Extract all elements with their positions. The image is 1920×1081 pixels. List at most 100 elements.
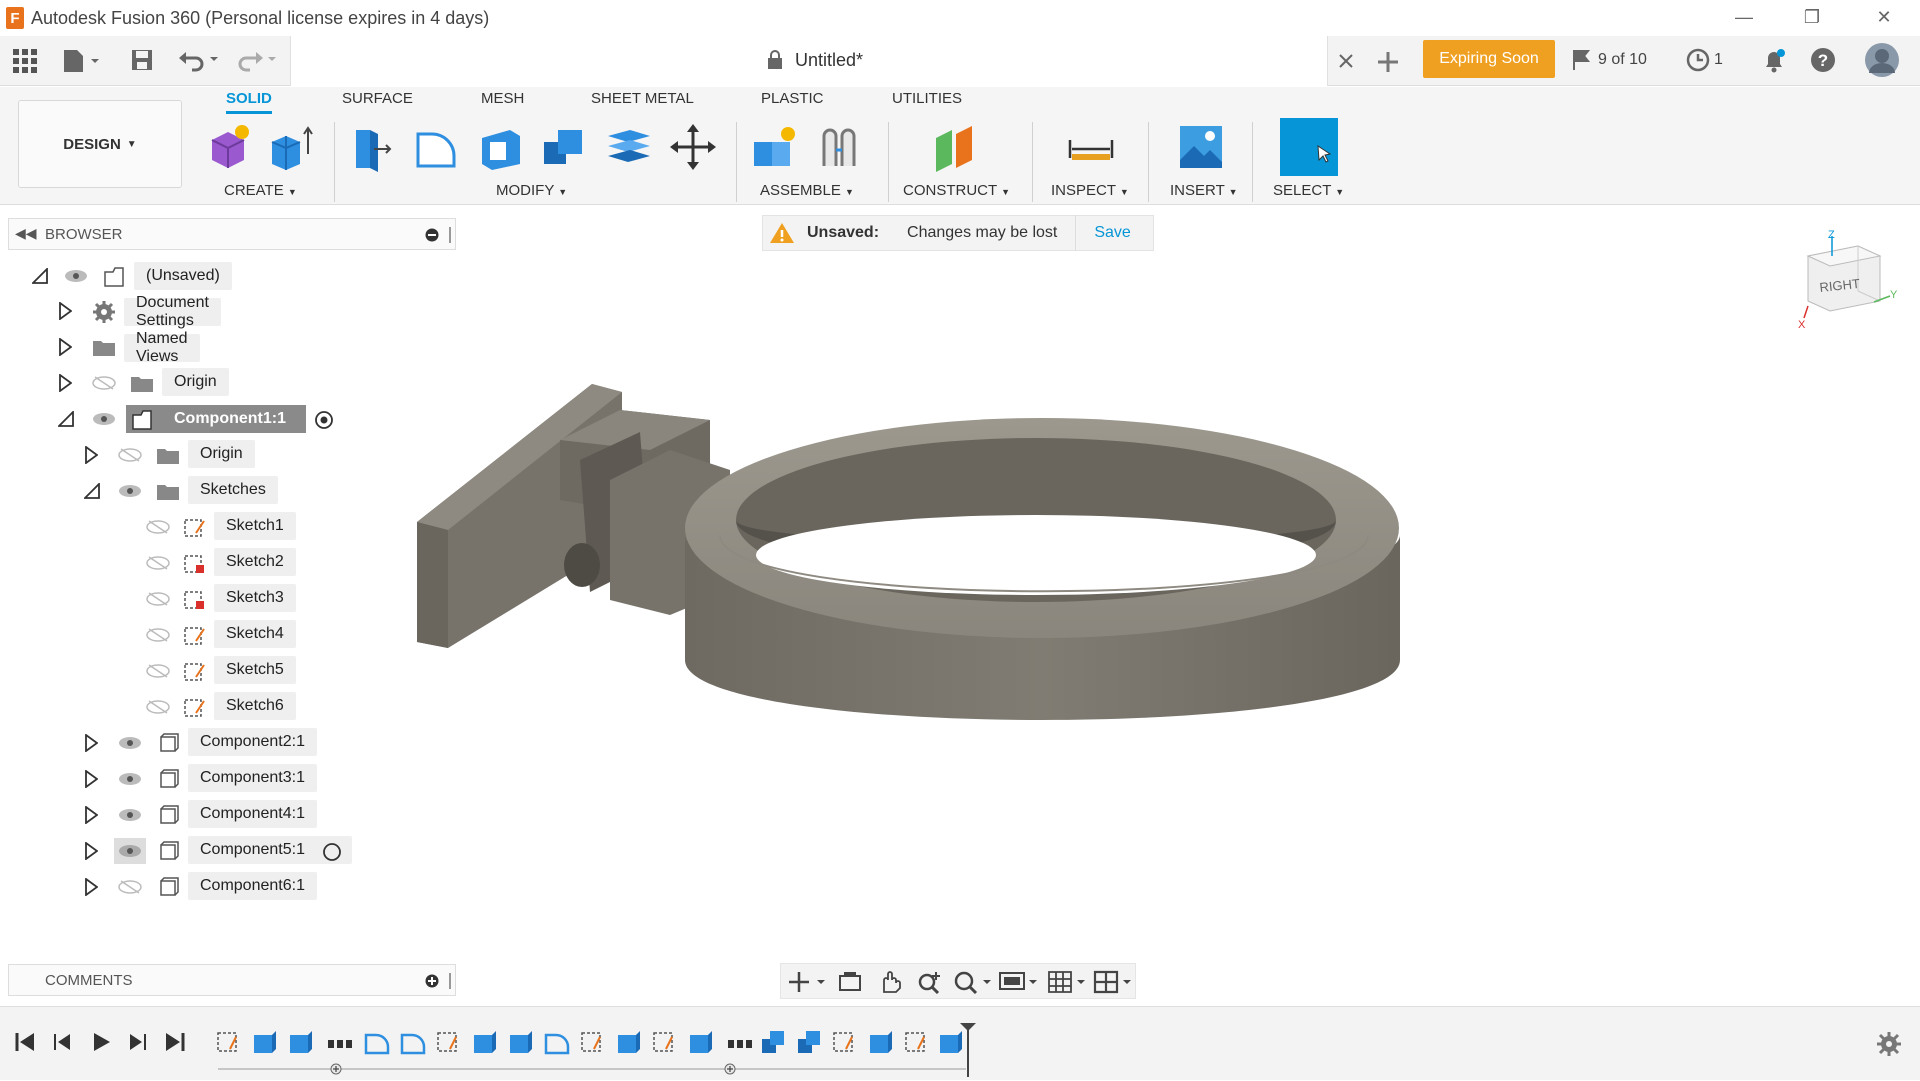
new-tab-icon[interactable]: [1376, 50, 1400, 74]
visibility-eye-icon[interactable]: [118, 808, 142, 822]
tree-node-component2[interactable]: Component2:1: [188, 728, 317, 756]
hidden-eye-icon[interactable]: [118, 880, 142, 894]
tree-node-sketch1[interactable]: Sketch1: [214, 512, 296, 540]
step-forward-icon[interactable]: [126, 1031, 148, 1053]
workspace-switcher[interactable]: DESIGN ▼: [18, 100, 182, 188]
visibility-eye-icon[interactable]: [118, 736, 142, 750]
tree-node-document-settings[interactable]: Document Settings: [124, 294, 221, 329]
user-avatar[interactable]: [1864, 42, 1900, 78]
modify-group-label[interactable]: MODIFY ▼: [496, 182, 567, 199]
create-group-label[interactable]: CREATE ▼: [224, 182, 297, 199]
tab-solid[interactable]: SOLID: [226, 90, 272, 114]
3d-model-viewport[interactable]: [400, 360, 1420, 760]
viewports-icon[interactable]: [1093, 970, 1133, 994]
zoom-icon[interactable]: [917, 970, 943, 994]
step-back-icon[interactable]: [52, 1031, 74, 1053]
hidden-eye-icon[interactable]: [92, 376, 116, 390]
collapse-panel-icon[interactable]: ◀◀: [15, 225, 37, 242]
visibility-eye-icon[interactable]: [118, 484, 142, 498]
tree-node-origin[interactable]: Origin: [162, 368, 229, 396]
panel-resize-handle[interactable]: [449, 973, 451, 989]
tree-node-sketch5[interactable]: Sketch5: [214, 656, 296, 684]
hidden-eye-icon[interactable]: [146, 556, 170, 570]
browser-panel-header[interactable]: ◀◀ BROWSER: [8, 218, 456, 250]
new-component-icon[interactable]: [204, 122, 254, 172]
redo-icon[interactable]: [236, 48, 280, 72]
activate-radio-icon[interactable]: [322, 842, 342, 862]
pan-hand-icon[interactable]: [877, 970, 903, 994]
save-icon[interactable]: [130, 48, 154, 72]
press-pull-icon[interactable]: [348, 122, 398, 172]
go-to-end-icon[interactable]: [164, 1031, 186, 1053]
visibility-eye-icon[interactable]: [118, 772, 142, 786]
move-copy-icon[interactable]: [668, 122, 718, 172]
file-icon[interactable]: [62, 48, 102, 74]
insert-group-label[interactable]: INSERT ▼: [1170, 182, 1238, 199]
expiring-soon-button[interactable]: Expiring Soon: [1423, 40, 1555, 78]
expand-triangle-icon[interactable]: [84, 734, 98, 752]
tab-sheet-metal[interactable]: SHEET METAL: [591, 90, 694, 107]
expand-triangle-icon[interactable]: [84, 446, 98, 464]
assemble-group-label[interactable]: ASSEMBLE ▼: [760, 182, 854, 199]
tab-surface[interactable]: SURFACE: [342, 90, 413, 107]
visibility-eye-icon[interactable]: [118, 844, 142, 858]
expand-triangle-icon[interactable]: [84, 806, 98, 824]
undo-icon[interactable]: [178, 48, 222, 72]
close-tab-icon[interactable]: [1339, 54, 1353, 68]
expand-triangle-icon[interactable]: [58, 338, 72, 356]
offset-plane-icon[interactable]: [930, 122, 980, 172]
tree-node-root[interactable]: (Unsaved): [134, 262, 232, 290]
combine-icon[interactable]: [540, 122, 590, 172]
tab-plastic[interactable]: PLASTIC: [761, 90, 824, 107]
save-link[interactable]: Save: [1094, 224, 1130, 242]
select-group-label[interactable]: SELECT ▼: [1273, 182, 1344, 199]
hidden-eye-icon[interactable]: [146, 520, 170, 534]
orbit-icon[interactable]: [787, 970, 827, 994]
hidden-eye-icon[interactable]: [146, 664, 170, 678]
tree-node-sketch2[interactable]: Sketch2: [214, 548, 296, 576]
collapse-triangle-icon[interactable]: [84, 483, 100, 499]
document-tab[interactable]: Untitled*: [290, 36, 1353, 86]
panel-resize-handle[interactable]: [449, 227, 451, 243]
app-grid-icon[interactable]: [12, 48, 38, 74]
help-icon[interactable]: ?: [1810, 47, 1836, 73]
hidden-eye-icon[interactable]: [146, 628, 170, 642]
viewcube[interactable]: RIGHT Z Y X: [1790, 226, 1900, 336]
hidden-eye-icon[interactable]: [146, 592, 170, 606]
restore-button[interactable]: ❐: [1784, 0, 1840, 34]
play-icon[interactable]: [90, 1031, 112, 1053]
construct-group-label[interactable]: CONSTRUCT ▼: [903, 182, 1010, 199]
fillet-icon[interactable]: [412, 122, 462, 172]
plus-circle-icon[interactable]: [425, 974, 439, 988]
tree-node-sketches[interactable]: Sketches: [188, 476, 278, 504]
display-settings-icon[interactable]: [999, 970, 1039, 994]
tree-node-component6[interactable]: Component6:1: [188, 872, 317, 900]
look-at-icon[interactable]: [837, 970, 863, 994]
measure-icon[interactable]: [1066, 122, 1116, 172]
tree-node-origin[interactable]: Origin: [188, 440, 255, 468]
joint-icon[interactable]: [814, 122, 864, 172]
collapse-triangle-icon[interactable]: [32, 268, 48, 284]
history-status[interactable]: 1: [1686, 48, 1723, 72]
select-icon[interactable]: [1280, 118, 1338, 176]
hidden-eye-icon[interactable]: [118, 448, 142, 462]
fit-zoom-icon[interactable]: [953, 970, 993, 994]
tree-node-named-views[interactable]: Named Views: [124, 330, 200, 365]
tab-utilities[interactable]: UTILITIES: [892, 90, 962, 107]
visibility-eye-icon[interactable]: [92, 412, 116, 426]
tree-node-component3[interactable]: Component3:1: [188, 764, 317, 792]
expand-triangle-icon[interactable]: [84, 842, 98, 860]
tab-mesh[interactable]: MESH: [481, 90, 524, 107]
inspect-group-label[interactable]: INSPECT ▼: [1051, 182, 1129, 199]
visibility-eye-icon[interactable]: [64, 269, 88, 283]
timeline-settings-gear-icon[interactable]: [1876, 1031, 1902, 1057]
timeline-marker[interactable]: [958, 1021, 978, 1077]
minus-circle-icon[interactable]: [425, 228, 439, 242]
jobs-status[interactable]: 9 of 10: [1570, 48, 1647, 72]
tree-node-sketch4[interactable]: Sketch4: [214, 620, 296, 648]
collapse-triangle-icon[interactable]: [58, 411, 74, 427]
expand-triangle-icon[interactable]: [84, 770, 98, 788]
activate-radio-icon[interactable]: [314, 410, 334, 430]
expand-triangle-icon[interactable]: [58, 374, 72, 392]
comments-panel-header[interactable]: COMMENTS: [8, 964, 456, 996]
